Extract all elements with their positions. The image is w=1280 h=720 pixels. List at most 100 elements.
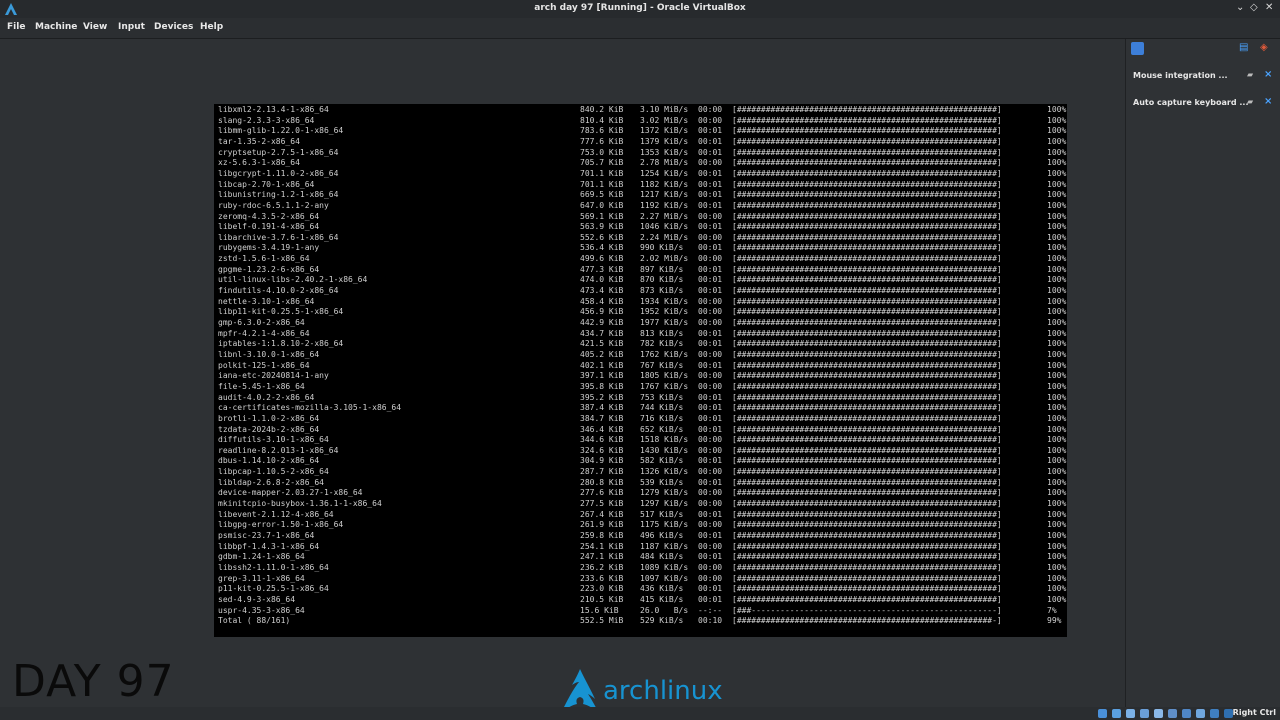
console-size: 236.2 KiB	[580, 562, 624, 572]
console-row: device-mapper-2.03.27-1-x86_64 277.6 KiB 1…	[214, 488, 1067, 499]
close-icon[interactable]: ✕	[1265, 2, 1273, 13]
console-name: libevent-2.1.12-4-x86_64	[218, 509, 334, 519]
console-size: 753.0 KiB	[580, 147, 624, 157]
hard-disk-icon[interactable]	[1098, 709, 1107, 718]
console-time: 00:01	[698, 179, 723, 189]
console-size: 840.2 KiB	[580, 105, 624, 114]
console-pct: 7%	[1047, 605, 1057, 615]
console-time: 00:00	[698, 307, 723, 317]
display-icon[interactable]	[1182, 709, 1191, 718]
console-bar: [#######################################…	[732, 147, 1002, 157]
console-size: 344.6 KiB	[580, 435, 624, 445]
console-size: 261.9 KiB	[580, 520, 624, 530]
console-rate: 2.24 MiB/s	[640, 232, 689, 242]
vm-console-screen[interactable]: libxml2-2.13.4-1-x86_64 840.2 KiB 3.10 MiB…	[214, 104, 1067, 637]
console-row: util-linux-libs-2.40.2-1-x86_64 474.0 KiB…	[214, 275, 1067, 286]
console-name: p11-kit-0.25.5-1-x86_64	[218, 584, 329, 594]
console-row: rubygems-3.4.19-1-any 536.4 KiB 990 KiB/s 0…	[214, 243, 1067, 254]
console-size: 701.1 KiB	[580, 168, 624, 178]
console-size: 405.2 KiB	[580, 349, 624, 359]
console-row: libbpf-1.4.3-1-x86_64 254.1 KiB 1187 KiB/s…	[214, 542, 1067, 553]
console-pct: 100%	[1047, 243, 1067, 253]
console-bar: [#######################################…	[732, 584, 1002, 594]
console-name: findutils-4.10.0-2-x86_64	[218, 286, 339, 296]
clear-all-icon[interactable]: ◈	[1260, 42, 1268, 53]
console-time: 00:00	[698, 371, 723, 381]
console-bar: [#######################################…	[732, 179, 1002, 189]
console-row: brotli-1.1.0-2-x86_64 384.7 KiB 716 KiB/s 0…	[214, 414, 1067, 425]
console-size: 277.6 KiB	[580, 488, 624, 498]
console-name: polkit-125-1-x86_64	[218, 360, 310, 370]
console-row: sed-4.9-3-x86_64 210.5 KiB 415 KiB/s 00:01 […	[214, 595, 1067, 606]
console-bar: [#######################################…	[732, 136, 1002, 146]
console-rate: 2.02 MiB/s	[640, 254, 689, 264]
console-rate: 1762 KiB/s	[640, 349, 689, 359]
menu-devices[interactable]: Devices	[154, 22, 193, 32]
console-time: 00:01	[698, 264, 723, 274]
console-bar: [#######################################…	[732, 509, 1002, 519]
menu-file[interactable]: File	[7, 22, 25, 32]
console-rate: 1254 KiB/s	[640, 168, 689, 178]
console-row: gdbm-1.24-1-x86_64 247.1 KiB 484 KiB/s 00:0…	[214, 552, 1067, 563]
console-time: 00:01	[698, 328, 723, 338]
mouse-integration-icon[interactable]	[1224, 709, 1233, 718]
console-name: tar-1.35-2-x86_64	[218, 136, 300, 146]
console-row: libpcap-1.10.5-2-x86_64 287.7 KiB 1326 KiB…	[214, 467, 1067, 478]
pin-icon[interactable]: ▰	[1247, 97, 1253, 106]
close-notification-icon[interactable]: ×	[1264, 69, 1272, 80]
console-name: libssh2-1.11.0-1-x86_64	[218, 562, 329, 572]
optical-drive-icon[interactable]	[1112, 709, 1121, 718]
console-row: ca-certificates-mozilla-3.105-1-x86_64 38…	[214, 403, 1067, 414]
console-name: zeromq-4.3.5-2-x86_64	[218, 211, 320, 221]
console-time: 00:01	[698, 392, 723, 402]
console-name: psmisc-23.7-1-x86_64	[218, 531, 315, 540]
cpu-icon[interactable]	[1210, 709, 1219, 718]
recording-icon[interactable]	[1196, 709, 1205, 718]
shared-folder-icon[interactable]	[1168, 709, 1177, 718]
network-icon[interactable]	[1140, 709, 1149, 718]
console-name: grep-3.11-1-x86_64	[218, 573, 305, 583]
menu-view[interactable]: View	[83, 22, 107, 32]
console-name: ca-certificates-mozilla-3.105-1-x86_64	[218, 403, 402, 413]
console-pct: 100%	[1047, 499, 1067, 509]
audio-icon[interactable]	[1126, 709, 1135, 718]
console-name: gdbm-1.24-1-x86_64	[218, 552, 305, 562]
console-pct: 100%	[1047, 147, 1067, 157]
console-size: 254.1 KiB	[580, 541, 624, 551]
console-time: 00:01	[698, 424, 723, 434]
console-name: libmm-glib-1.22.0-1-x86_64	[218, 126, 344, 136]
console-pct: 100%	[1047, 200, 1067, 210]
console-bar: [#######################################…	[732, 243, 1002, 253]
minimize-icon[interactable]: ⌄	[1236, 2, 1244, 13]
console-bar: [###------------------------------------…	[732, 605, 1002, 615]
list-icon[interactable]: ▤	[1239, 42, 1248, 53]
console-size: 223.0 KiB	[580, 584, 624, 594]
console-pct: 100%	[1047, 168, 1067, 178]
console-time: 00:01	[698, 275, 723, 285]
console-pct: 100%	[1047, 381, 1067, 391]
window-titlebar[interactable]: arch day 97 [Running] - Oracle VirtualBo…	[0, 0, 1280, 18]
console-time: 00:00	[698, 573, 723, 583]
usb-icon[interactable]	[1154, 709, 1163, 718]
console-size: 324.6 KiB	[580, 445, 624, 455]
console-name: libunistring-1.2-1-x86_64	[218, 190, 339, 200]
console-bar: [#######################################…	[732, 531, 1002, 540]
menu-help[interactable]: Help	[200, 22, 223, 32]
wordmark-linux: linux	[659, 676, 723, 706]
maximize-icon[interactable]: ◇	[1250, 2, 1258, 13]
console-row: psmisc-23.7-1-x86_64 259.8 KiB 496 KiB/s 00…	[214, 531, 1067, 542]
menu-machine[interactable]: Machine	[35, 22, 77, 32]
pin-icon[interactable]: ▰	[1247, 70, 1253, 79]
console-rate: 1182 KiB/s	[640, 179, 689, 189]
close-notification-icon[interactable]: ×	[1264, 96, 1272, 107]
console-size: 569.1 KiB	[580, 211, 624, 221]
notification-mouse-integration[interactable]: Mouse integration ... ▰ ×	[1130, 65, 1277, 87]
console-size: 701.1 KiB	[580, 179, 624, 189]
console-pct: 100%	[1047, 318, 1067, 327]
console-bar: [#######################################…	[732, 275, 1002, 285]
console-pct: 100%	[1047, 349, 1067, 359]
notification-auto-capture[interactable]: Auto capture keyboard ... ▰ ×	[1130, 92, 1277, 114]
console-rate: 1379 KiB/s	[640, 136, 689, 146]
notification-toggle-icon[interactable]	[1131, 42, 1144, 55]
menu-input[interactable]: Input	[118, 22, 145, 32]
